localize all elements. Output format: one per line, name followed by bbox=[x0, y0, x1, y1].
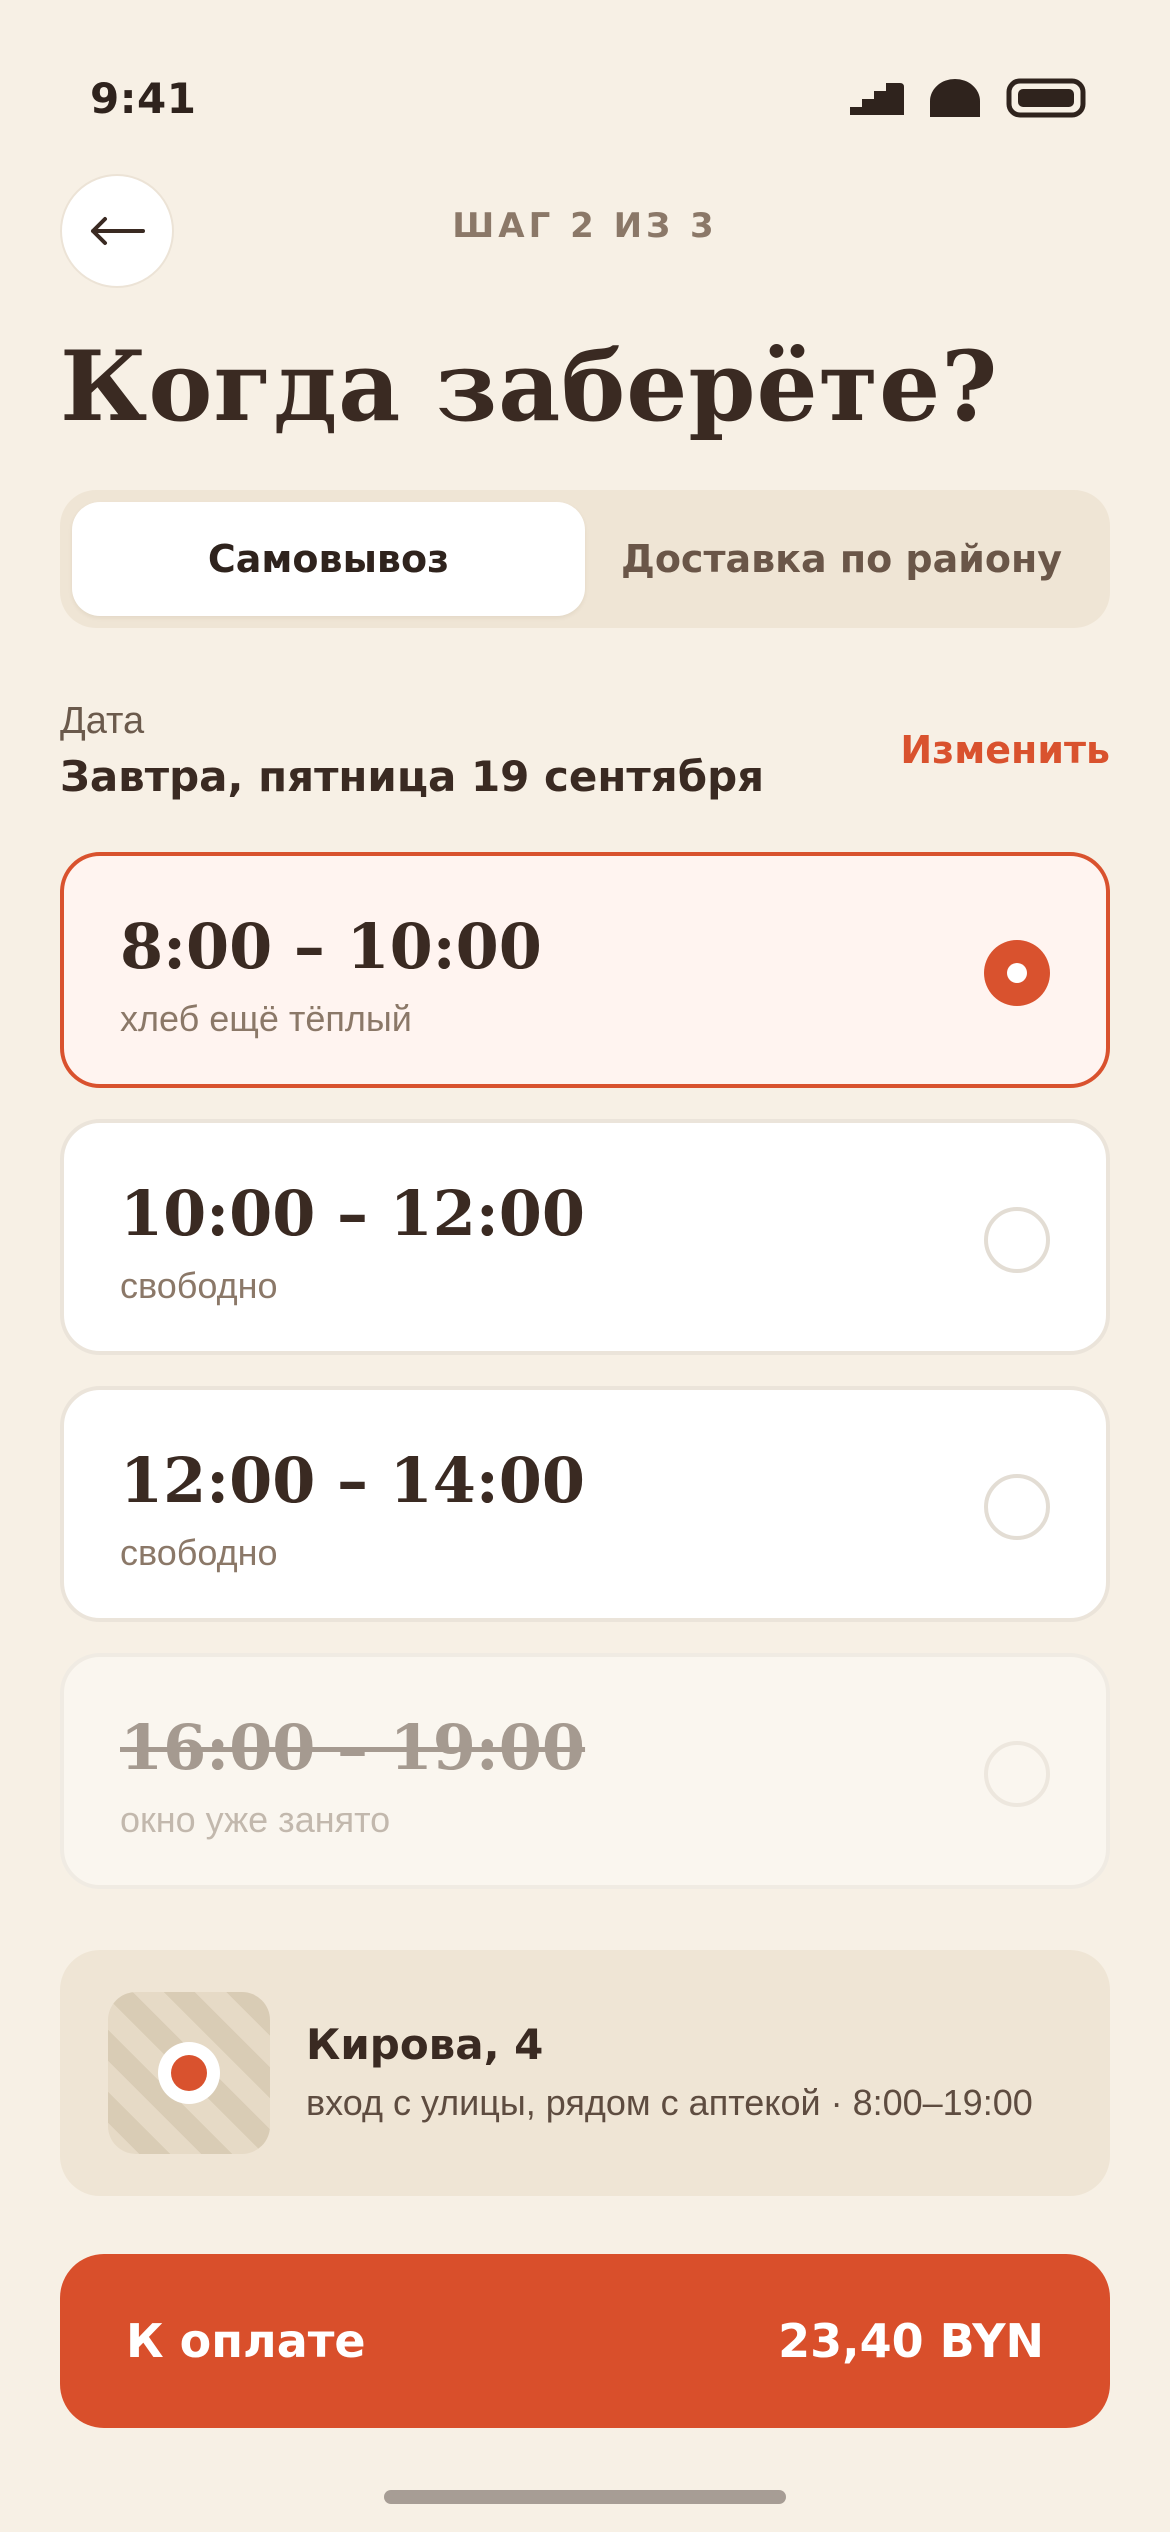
wifi-icon bbox=[930, 79, 980, 117]
change-date-link[interactable]: Изменить bbox=[900, 728, 1110, 772]
battery-icon bbox=[1006, 78, 1086, 118]
step-indicator: ШАГ 2 ИЗ 3 bbox=[452, 206, 718, 246]
screen: 9:41 ШАГ 2 ИЗ 3 Когда заберёте? Самовыво… bbox=[0, 0, 1170, 2532]
status-icons bbox=[850, 78, 1086, 118]
slot-radio[interactable] bbox=[984, 1474, 1050, 1540]
delivery-mode-toggle: Самовывоз Доставка по району bbox=[60, 490, 1110, 628]
pickup-details: вход с улицы, рядом с аптекой · 8:00–19:… bbox=[306, 2082, 1033, 2123]
slot-note: хлеб ещё тёплый bbox=[120, 998, 412, 1039]
slot-time: 16:00 – 19:00 bbox=[120, 1711, 586, 1784]
page-title: Когда заберёте? bbox=[60, 330, 999, 443]
home-indicator bbox=[384, 2490, 786, 2504]
slot-note: свободно bbox=[120, 1265, 278, 1306]
time-slot-option[interactable]: 10:00 – 12:00 свободно bbox=[60, 1119, 1110, 1355]
slot-time: 10:00 – 12:00 bbox=[120, 1177, 586, 1250]
map-thumbnail bbox=[108, 1992, 270, 2154]
time-slot-option[interactable]: 12:00 – 14:00 свободно bbox=[60, 1386, 1110, 1622]
cellular-signal-icon bbox=[850, 83, 904, 115]
tab-district-delivery[interactable]: Доставка по району bbox=[585, 502, 1098, 616]
map-pin-icon bbox=[158, 2042, 220, 2104]
slot-time: 12:00 – 14:00 bbox=[120, 1444, 586, 1517]
slot-radio[interactable] bbox=[984, 1207, 1050, 1273]
date-caption: Дата bbox=[60, 700, 145, 742]
pickup-address: Кирова, 4 bbox=[306, 2020, 544, 2069]
date-value: Завтра, пятница 19 сентября bbox=[60, 752, 765, 801]
pay-button[interactable]: К оплате 23,40 BYN bbox=[60, 2254, 1110, 2428]
time-slot-option-unavailable: 16:00 – 19:00 окно уже занято bbox=[60, 1653, 1110, 1889]
tab-pickup[interactable]: Самовывоз bbox=[72, 502, 585, 616]
slot-note: окно уже занято bbox=[120, 1799, 391, 1840]
time-slot-option[interactable]: 8:00 – 10:00 хлеб ещё тёплый bbox=[60, 852, 1110, 1088]
pay-amount: 23,40 BYN bbox=[778, 2314, 1044, 2368]
slot-note: свободно bbox=[120, 1532, 278, 1573]
pickup-location-card[interactable]: Кирова, 4 вход с улицы, рядом с аптекой … bbox=[60, 1950, 1110, 2196]
pay-label: К оплате bbox=[126, 2314, 366, 2368]
slot-radio-disabled bbox=[984, 1741, 1050, 1807]
slot-radio-selected[interactable] bbox=[984, 940, 1050, 1006]
status-time: 9:41 bbox=[90, 74, 197, 123]
slot-time: 8:00 – 10:00 bbox=[120, 910, 542, 983]
